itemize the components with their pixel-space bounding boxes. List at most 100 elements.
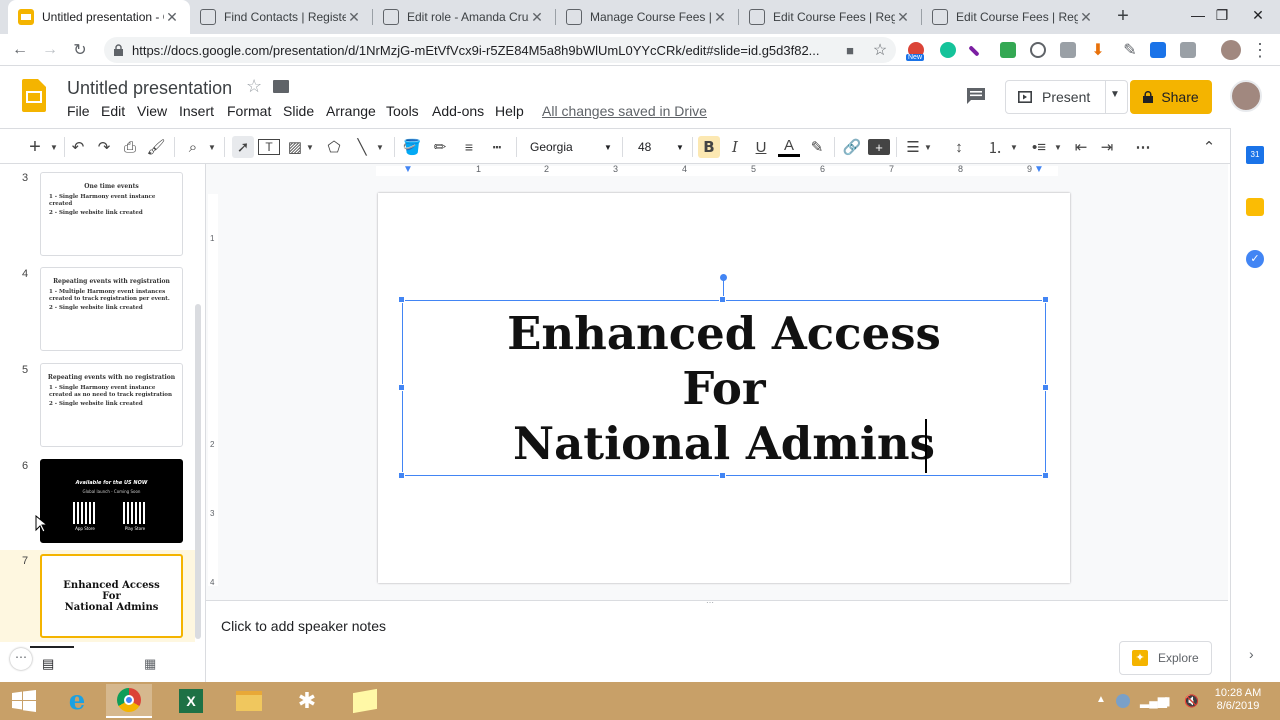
chevron-down-icon[interactable]: ▼: [374, 136, 386, 158]
explore-button[interactable]: ✦ Explore: [1119, 641, 1212, 675]
decrease-indent-icon[interactable]: ⇤: [1070, 136, 1092, 158]
share-button[interactable]: Share: [1130, 80, 1212, 114]
select-cursor-icon[interactable]: ➚: [232, 136, 254, 158]
increase-indent-icon[interactable]: ⇥: [1096, 136, 1118, 158]
menu-arrange[interactable]: Arrange: [326, 103, 376, 119]
align-icon[interactable]: ☰: [902, 136, 924, 158]
slide-thumbnail-4[interactable]: Repeating events with registration 1 - M…: [40, 267, 183, 351]
slide-thumbnail-6[interactable]: Available for the US NOW Global launch -…: [40, 459, 183, 543]
save-extension-icon[interactable]: [1150, 42, 1166, 58]
underline-button[interactable]: U: [750, 136, 772, 158]
tab-find-contacts[interactable]: Find Contacts | Register ✕: [190, 0, 372, 34]
add-comment-icon[interactable]: +: [868, 139, 890, 155]
battery-icon[interactable]: ▮: [1164, 694, 1171, 708]
extension-circle-icon[interactable]: [1030, 42, 1046, 58]
bookmark-star-icon[interactable]: ☆: [870, 40, 890, 60]
border-color-icon[interactable]: ✏: [430, 136, 450, 158]
document-title[interactable]: Untitled presentation: [67, 78, 232, 99]
tab-manage-course-fees[interactable]: Manage Course Fees | Re ✕: [556, 0, 738, 34]
tab-edit-course-fees-1[interactable]: Edit Course Fees | Regist ✕: [739, 0, 921, 34]
border-dash-icon[interactable]: ┅: [486, 136, 508, 158]
new-tab-button[interactable]: +: [1112, 5, 1134, 27]
slide-thumbnail-7[interactable]: Enhanced Access For National Admins: [40, 554, 183, 638]
tab-edit-role[interactable]: Edit role - Amanda Cruz ✕: [373, 0, 555, 34]
image-icon[interactable]: ▨: [286, 136, 304, 158]
chevron-down-icon[interactable]: ▼: [1110, 89, 1120, 100]
chrome-icon[interactable]: [106, 684, 152, 718]
more-icon[interactable]: ⋯: [1132, 136, 1154, 158]
slack-icon[interactable]: ✱: [284, 684, 330, 718]
speaker-notes-input[interactable]: Click to add speaker notes: [221, 618, 386, 634]
filmstrip-view-icon[interactable]: ▤: [42, 656, 54, 672]
excel-icon[interactable]: X: [168, 684, 214, 718]
pen-icon[interactable]: [968, 45, 980, 57]
slide-thumbnail-3[interactable]: One time events 1 - Single Harmony event…: [40, 172, 183, 256]
keep-icon[interactable]: [1246, 198, 1264, 216]
star-icon[interactable]: ☆: [246, 76, 262, 97]
close-icon[interactable]: ✕: [895, 9, 911, 26]
text-box-icon[interactable]: T: [258, 139, 280, 155]
menu-edit[interactable]: Edit: [101, 103, 125, 119]
wifi-icon[interactable]: ▂▄▆: [1140, 694, 1167, 708]
highlight-color-icon[interactable]: ✎: [806, 136, 828, 158]
chevron-down-icon[interactable]: ▼: [922, 136, 934, 158]
chevron-down-icon[interactable]: ▼: [1052, 136, 1064, 158]
menu-tools[interactable]: Tools: [386, 103, 419, 119]
menu-insert[interactable]: Insert: [179, 103, 214, 119]
chevron-down-icon[interactable]: ▼: [1008, 136, 1020, 158]
windows-start-icon[interactable]: [12, 690, 36, 712]
tab-edit-course-fees-2[interactable]: Edit Course Fees | Regist ✕: [922, 0, 1104, 34]
resize-handle[interactable]: [1042, 296, 1049, 303]
more-options-icon[interactable]: ⋯: [10, 648, 32, 670]
internet-explorer-icon[interactable]: e: [54, 684, 100, 718]
slide-title-text[interactable]: Enhanced Access For National Admins: [402, 306, 1046, 471]
url-bar[interactable]: https://docs.google.com/presentation/d/1…: [104, 37, 896, 63]
account-avatar[interactable]: [1230, 80, 1262, 112]
close-window-button[interactable]: ✕: [1236, 0, 1280, 30]
download-icon[interactable]: ⬇: [1088, 40, 1108, 60]
chevron-down-icon[interactable]: ▼: [48, 136, 60, 158]
menu-view[interactable]: View: [137, 103, 167, 119]
vertical-ruler[interactable]: [208, 194, 218, 586]
show-hidden-icons-icon[interactable]: ▲: [1096, 694, 1106, 705]
chevron-right-icon[interactable]: ›: [1249, 646, 1254, 662]
new-slide-icon[interactable]: +: [26, 136, 44, 158]
line-spacing-icon[interactable]: ↕: [948, 136, 970, 158]
close-icon[interactable]: ✕: [1078, 9, 1094, 26]
tasks-icon[interactable]: ✓: [1246, 250, 1264, 268]
tab-untitled-presentation[interactable]: Untitled presentation - G ✕: [8, 0, 190, 34]
chrome-menu-icon[interactable]: ⋮: [1250, 40, 1270, 60]
text-color-button[interactable]: A: [778, 137, 800, 157]
chevron-down-icon[interactable]: ▼: [206, 136, 218, 158]
forward-icon[interactable]: →: [40, 40, 60, 60]
tools-icon[interactable]: ✎: [1120, 40, 1140, 60]
system-clock[interactable]: 10:28 AM 8/6/2019: [1210, 687, 1266, 713]
file-explorer-icon[interactable]: [226, 684, 272, 718]
menu-addons[interactable]: Add-ons: [432, 103, 484, 119]
extension-green-icon[interactable]: [1000, 42, 1016, 58]
undo-icon[interactable]: ↶: [68, 136, 88, 158]
extension-gray-icon[interactable]: [1180, 42, 1196, 58]
resize-handle[interactable]: [1042, 472, 1049, 479]
close-icon[interactable]: ✕: [529, 9, 545, 26]
collapse-toolbar-icon[interactable]: ⌃: [1198, 136, 1220, 158]
filmstrip-scrollbar[interactable]: [195, 304, 201, 639]
comments-icon[interactable]: [966, 87, 986, 105]
shape-icon[interactable]: ⬠: [324, 136, 344, 158]
grammarly-icon[interactable]: [940, 42, 956, 58]
profile-avatar[interactable]: [1221, 40, 1241, 60]
present-button[interactable]: Present ▼: [1005, 80, 1128, 114]
zoom-icon[interactable]: ⌕: [182, 136, 204, 158]
redo-icon[interactable]: ↷: [94, 136, 114, 158]
resize-handle[interactable]: [719, 296, 726, 303]
save-status[interactable]: All changes saved in Drive: [542, 103, 707, 119]
print-icon[interactable]: ⎙: [120, 136, 140, 158]
paint-format-icon[interactable]: 🖌: [146, 136, 166, 158]
right-indent-marker-icon[interactable]: ▼: [1034, 164, 1044, 175]
reload-icon[interactable]: ↻: [70, 40, 90, 60]
folder-icon[interactable]: [273, 80, 289, 93]
link-icon[interactable]: 🔗: [840, 136, 864, 158]
screenshot-icon[interactable]: [1060, 42, 1076, 58]
border-weight-icon[interactable]: ≡: [458, 136, 480, 158]
resize-handle[interactable]: [398, 472, 405, 479]
